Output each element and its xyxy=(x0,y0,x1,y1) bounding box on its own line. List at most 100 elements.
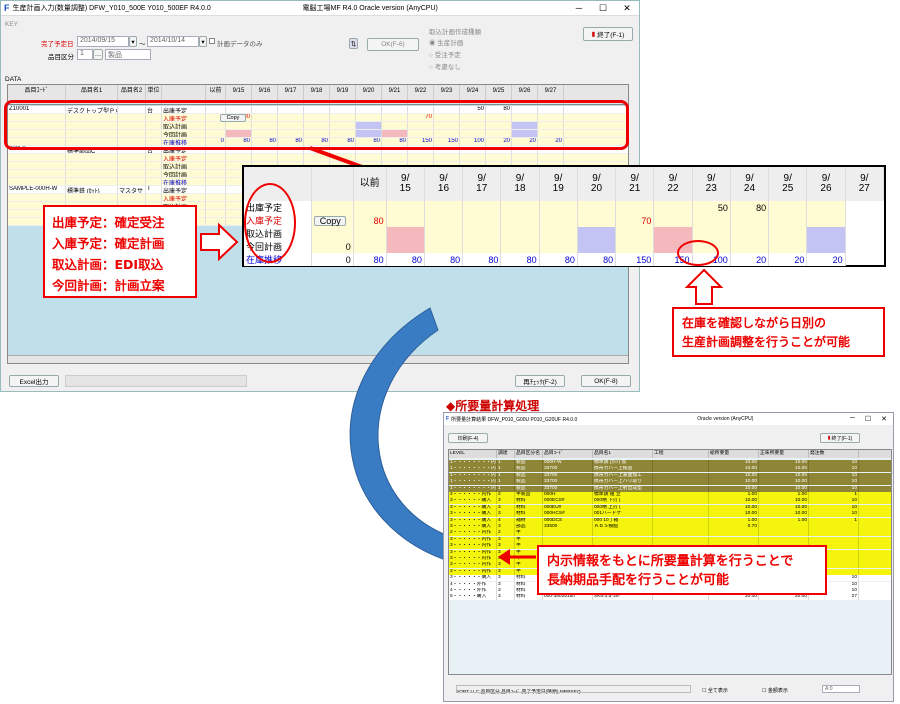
zoom-cell[interactable] xyxy=(424,240,464,253)
grid-cell[interactable] xyxy=(206,186,226,193)
zoom-cell[interactable] xyxy=(615,240,655,253)
zoom-cell[interactable] xyxy=(424,214,464,227)
zoom-cell[interactable] xyxy=(424,227,464,240)
zoom-cell[interactable]: 150 xyxy=(615,253,655,266)
exit-f1-button[interactable]: ▮ 終了(F-1) xyxy=(820,433,860,443)
zoom-cell[interactable]: 80 xyxy=(577,253,617,266)
plan-only-checkbox[interactable] xyxy=(209,38,215,44)
zoom-cell[interactable] xyxy=(768,201,808,214)
zoom-cell[interactable] xyxy=(462,214,502,227)
zoom-cell[interactable] xyxy=(539,227,578,240)
copy-button[interactable]: Copy xyxy=(311,214,354,227)
zoom-cell[interactable] xyxy=(424,201,464,214)
zoom-cell[interactable] xyxy=(692,227,731,240)
zoom-cell[interactable] xyxy=(730,240,770,253)
ok-f6-button[interactable]: OK(F-6) xyxy=(367,38,419,51)
date-from-input[interactable]: 2014/09/15 xyxy=(77,36,129,47)
zoom-cell[interactable] xyxy=(462,240,502,253)
close-icon[interactable]: ✕ xyxy=(881,415,887,423)
excel-export-button[interactable]: Excel出力 xyxy=(9,375,59,387)
zoom-cell[interactable] xyxy=(653,214,693,227)
item-class-code[interactable]: 1 xyxy=(77,49,93,60)
minimize-icon[interactable]: ─ xyxy=(850,415,855,423)
radio-option[interactable]: ○ 受注予定 xyxy=(429,49,463,59)
zoom-cell[interactable]: 50 xyxy=(692,201,731,214)
minimize-icon[interactable]: ─ xyxy=(567,3,591,14)
grid-cell[interactable] xyxy=(206,162,226,169)
zoom-cell[interactable] xyxy=(462,227,502,240)
table-row[interactable]: 2・・・・・・内作 2 半 xyxy=(449,530,891,537)
zoom-cell[interactable]: 80 xyxy=(500,253,540,266)
calendar-icon[interactable]: ▾ xyxy=(199,36,207,47)
zoom-cell[interactable] xyxy=(353,240,387,253)
zoom-cell[interactable]: 20 xyxy=(806,253,846,266)
zoom-cell[interactable] xyxy=(730,227,770,240)
page-field[interactable]: A:0 xyxy=(822,685,860,693)
table-row[interactable]: 3・・・・・・購入 4 補材 000DCS 000 10丁箱 1.00 1.00 1 xyxy=(449,517,891,524)
table-row[interactable]: 3・・・・・・内作3半 xyxy=(449,536,891,543)
zoom-cell[interactable]: 80 xyxy=(386,253,425,266)
zoom-cell[interactable] xyxy=(806,201,846,214)
zoom-cell[interactable] xyxy=(500,240,540,253)
table-row[interactable]: 1・・・・・・・・内作 1 製品 33700 携帯カバー上射出成型 10.00 10.00 1… xyxy=(449,485,891,492)
calendar-icon[interactable]: ▾ xyxy=(129,36,137,47)
zoom-cell[interactable]: 70 xyxy=(615,214,655,227)
grid-cell[interactable] xyxy=(226,154,252,161)
zoom-cell[interactable] xyxy=(539,214,578,227)
zoom-cell[interactable] xyxy=(806,214,846,227)
zoom-cell[interactable] xyxy=(577,227,617,240)
zoom-cell[interactable]: 80 xyxy=(462,253,502,266)
table-row[interactable]: 3・・・・・・購入 3 材料 000EU# 000柄 上刃 (10.00 10.00 10 xyxy=(449,504,891,511)
zoom-cell[interactable]: 80 xyxy=(353,214,387,227)
table-row[interactable]: 3・・・・・・購入 3 部品 33500 ＡＢＳ樹脂 0.70 xyxy=(449,524,891,530)
zoom-cell[interactable] xyxy=(806,240,846,253)
table-row[interactable]: 2・・・・・・内作 2 半製品 000H 標準鉄 組 立 1.00 1.00 1 xyxy=(449,492,891,498)
zoom-cell[interactable] xyxy=(653,201,693,214)
grid-cell[interactable] xyxy=(206,170,226,177)
table-row[interactable]: 3・・・・・・購入 3 材料 000ECS# 000柄 下刃 (10.00 10.00 10 xyxy=(449,498,891,505)
table-row[interactable]: 5・・・・・購入 3 材料 000-35025150 SK5-3.5*25* 20.00 2… xyxy=(449,594,891,601)
table-row[interactable]: 3・・・・・・購入 3 材料 000HCS# 001ハードケ 10.00 10.00 10 xyxy=(449,511,891,518)
zoom-cell[interactable] xyxy=(577,214,617,227)
zoom-cell[interactable] xyxy=(539,240,578,253)
zoom-cell[interactable] xyxy=(462,201,502,214)
table-row[interactable]: 1・・・・・・・・内作 1 製品 33700 携帯カバー上表面加工 10.00 10.00 1… xyxy=(449,472,891,479)
amount-checkbox[interactable]: ☐ 金額表示 xyxy=(762,687,788,694)
zoom-cell[interactable] xyxy=(386,201,425,214)
sort-icon[interactable]: ⇅ xyxy=(349,38,358,49)
lookup-icon[interactable]: … xyxy=(93,49,103,60)
table-row[interactable]: 1・・・・・・・・内作 1 製品 000H-W 標準鉄 (ｶｯﾄ) 仮 10.00 10.0… xyxy=(449,460,891,466)
zoom-cell[interactable]: 80 xyxy=(730,201,770,214)
zoom-cell[interactable]: 20 xyxy=(730,253,770,266)
zoom-cell[interactable]: 80 xyxy=(539,253,578,266)
zoom-cell[interactable] xyxy=(692,214,731,227)
exit-f1-button[interactable]: ▮ 終了(F-1) xyxy=(583,27,633,41)
maximize-icon[interactable]: ☐ xyxy=(591,3,615,14)
radio-option[interactable]: ○ 考慮なし xyxy=(429,61,463,71)
zoom-cell[interactable]: 80 xyxy=(424,253,464,266)
grid-cell[interactable] xyxy=(206,194,226,201)
grid-cell[interactable] xyxy=(206,202,226,209)
zoom-cell[interactable] xyxy=(386,240,425,253)
zoom-cell[interactable] xyxy=(386,227,425,240)
date-to-input[interactable]: 2014/10/14 xyxy=(147,36,199,47)
zoom-cell[interactable] xyxy=(500,201,540,214)
grid-cell[interactable] xyxy=(252,154,278,161)
grid-cell[interactable] xyxy=(206,154,226,161)
zoom-cell[interactable] xyxy=(500,214,540,227)
zoom-cell[interactable] xyxy=(653,227,693,240)
zoom-cell[interactable] xyxy=(577,201,617,214)
table-row[interactable]: 1・・・・・・・・内作 1 製品 33700 携帯カバー上バリ取り 10.00 10.00 1… xyxy=(449,479,891,486)
zoom-cell[interactable] xyxy=(500,227,540,240)
radio-option[interactable]: ◉ 生産計画 xyxy=(429,37,463,47)
zoom-cell[interactable]: 80 xyxy=(353,253,387,266)
table-row[interactable]: 1・・・・・・・・内作 1 製品 33700 携帯カバー上検査 10.00 10.00 10 xyxy=(449,466,891,473)
zoom-cell[interactable] xyxy=(806,227,846,240)
sort-field[interactable] xyxy=(456,685,691,693)
zoom-cell[interactable] xyxy=(353,227,387,240)
zoom-cell[interactable] xyxy=(768,214,808,227)
zoom-cell[interactable] xyxy=(539,201,578,214)
grid-cell[interactable] xyxy=(206,210,226,217)
zoom-cell[interactable] xyxy=(768,227,808,240)
maximize-icon[interactable]: ☐ xyxy=(865,415,871,423)
